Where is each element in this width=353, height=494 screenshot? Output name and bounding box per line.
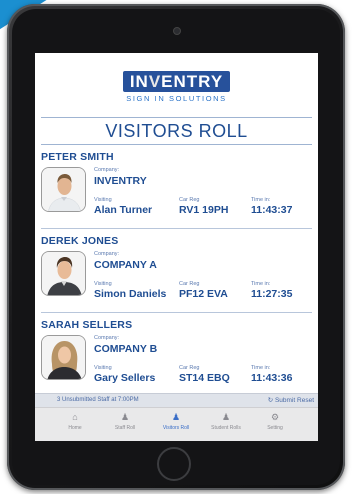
status-actions: ↻ Submit Reset bbox=[268, 396, 314, 404]
tab-label: Setting bbox=[267, 425, 283, 431]
divider bbox=[41, 312, 312, 313]
visitor-photo bbox=[41, 251, 86, 296]
submit-button[interactable]: Submit bbox=[275, 397, 295, 404]
company-label: Company: bbox=[94, 251, 120, 257]
tab-visitors-roll[interactable]: ♟ Visitors Roll bbox=[156, 412, 196, 431]
tab-student-rolls[interactable]: ♟ Student Rolls bbox=[206, 412, 246, 431]
divider bbox=[41, 228, 312, 229]
time-in-value: 11:27:35 bbox=[251, 288, 293, 300]
company-value: INVENTRY bbox=[94, 175, 147, 187]
visitor-photo bbox=[41, 335, 86, 380]
visitor-name: PETER SMITH bbox=[41, 151, 114, 163]
tab-label: Student Rolls bbox=[211, 425, 241, 431]
time-in-label: Time in: bbox=[251, 197, 271, 203]
car-reg-value: PF12 EVA bbox=[179, 288, 228, 300]
time-in-value: 11:43:36 bbox=[251, 372, 293, 384]
car-reg-value: ST14 EBQ bbox=[179, 372, 230, 384]
visitor-name: SARAH SELLERS bbox=[41, 319, 133, 331]
tab-label: Staff Roll bbox=[114, 425, 136, 431]
company-value: COMPANY B bbox=[94, 343, 158, 355]
tab-staff-roll[interactable]: ♟ Staff Roll bbox=[105, 412, 145, 431]
visitor-photo bbox=[41, 167, 86, 212]
tab-setting[interactable]: ⚙ Setting bbox=[255, 412, 295, 431]
refresh-icon: ↻ bbox=[267, 397, 274, 404]
logo-text-in: IN bbox=[129, 72, 149, 91]
company-label: Company: bbox=[94, 335, 120, 341]
status-bar: 3 Unsubmitted Staff at 7:00PM ↻ Submit R… bbox=[35, 393, 318, 408]
tab-label: Home bbox=[68, 425, 82, 431]
car-reg-value: RV1 19PH bbox=[179, 204, 229, 216]
visiting-label: Visiting bbox=[94, 365, 112, 371]
car-reg-label: Car Reg bbox=[179, 365, 200, 371]
visitors-icon: ♟ bbox=[171, 412, 181, 422]
page-title: VISITORS ROLL bbox=[41, 117, 312, 145]
logo: INVENTRY SIGN IN SOLUTIONS bbox=[35, 71, 318, 103]
gear-icon: ⚙ bbox=[270, 412, 280, 422]
logo-tagline: SIGN IN SOLUTIONS bbox=[126, 94, 227, 103]
app-screen: INVENTRY SIGN IN SOLUTIONS VISITORS ROLL… bbox=[35, 53, 318, 441]
time-in-label: Time in: bbox=[251, 281, 271, 287]
unsubmitted-status: 3 Unsubmitted Staff at 7:00PM bbox=[57, 397, 139, 403]
time-in-value: 11:43:37 bbox=[251, 204, 293, 216]
visitor-card[interactable]: DEREK JONES Company: COMPANY A Visiting … bbox=[41, 235, 312, 315]
visiting-value: Gary Sellers bbox=[94, 372, 156, 384]
visiting-label: Visiting bbox=[94, 281, 112, 287]
company-value: COMPANY A bbox=[94, 259, 157, 271]
home-icon: ⌂ bbox=[72, 412, 78, 422]
time-in-label: Time in: bbox=[251, 365, 271, 371]
tab-bar: ⌂ Home ♟ Staff Roll ♟ Visitors Roll ♟ St… bbox=[35, 407, 318, 441]
visitor-card[interactable]: SARAH SELLERS Company: COMPANY B Visitin… bbox=[41, 319, 312, 399]
logo-text-entry: ENTRY bbox=[161, 72, 224, 91]
tab-label: Visitors Roll bbox=[162, 425, 190, 431]
visitor-name: DEREK JONES bbox=[41, 235, 119, 247]
visiting-value: Alan Turner bbox=[94, 204, 153, 216]
reset-button[interactable]: Reset bbox=[297, 397, 314, 404]
logo-text-v: V bbox=[148, 72, 162, 91]
students-icon: ♟ bbox=[221, 412, 231, 422]
visitor-card[interactable]: PETER SMITH Company: INVENTRY Visiting A… bbox=[41, 151, 312, 231]
tab-home[interactable]: ⌂ Home bbox=[55, 412, 95, 431]
car-reg-label: Car Reg bbox=[179, 197, 200, 203]
visiting-value: Simon Daniels bbox=[94, 288, 167, 300]
visiting-label: Visiting bbox=[94, 197, 112, 203]
camera-icon bbox=[173, 27, 181, 35]
car-reg-label: Car Reg bbox=[179, 281, 200, 287]
company-label: Company: bbox=[94, 167, 120, 173]
home-hardware-button[interactable] bbox=[157, 447, 191, 481]
staff-icon: ♟ bbox=[120, 412, 130, 422]
logo-box: INVENTRY bbox=[122, 71, 231, 92]
